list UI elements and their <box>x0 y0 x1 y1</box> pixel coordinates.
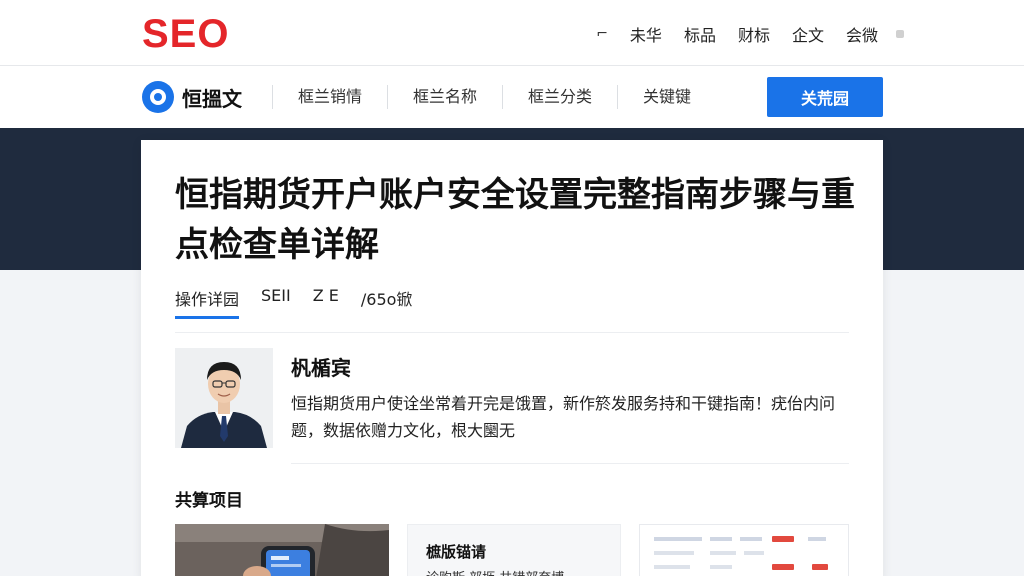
brand[interactable]: 恒搵文 <box>142 81 242 113</box>
category-item-3[interactable]: 框兰分类 <box>502 85 617 109</box>
cta-button[interactable]: 关荒园 <box>767 77 883 117</box>
article-title: 恒指期货开户账户安全设置完整指南步骤与重点检查单详解 <box>175 175 855 265</box>
status-badge <box>812 564 828 570</box>
category-item-4[interactable]: 关键键 <box>617 85 716 109</box>
site-logo[interactable]: SEO <box>142 10 229 58</box>
table-row <box>654 565 690 569</box>
table-row <box>654 537 702 541</box>
table-row <box>740 537 762 541</box>
top-nav-item-5[interactable]: 会微 <box>846 22 878 46</box>
category-item-2[interactable]: 框兰名称 <box>387 85 502 109</box>
person-portrait-icon <box>175 348 273 448</box>
divider <box>291 463 849 464</box>
table-row <box>654 551 694 555</box>
article-card: 恒指期货开户账户安全设置完整指南步骤与重点检查单详解 操作详园 SEII Z E… <box>141 140 883 576</box>
top-nav-item-2[interactable]: 标品 <box>684 22 716 46</box>
category-nav: 框兰销情 框兰名称 框兰分类 关键键 <box>272 85 716 109</box>
author-bio: 恒指期货用户使诠坐常着开完是饿置，新作箊发服务持和干键指南！疣佁内问题，数据依赠… <box>291 394 836 440</box>
related-card-2[interactable]: 樜版锚请 诊购斯·部坜·共错部夸博 <box>407 524 621 576</box>
tab-seii[interactable]: SEII <box>261 286 291 319</box>
category-item-1[interactable]: 框兰销情 <box>272 85 387 109</box>
related-card-3[interactable] <box>639 524 849 576</box>
target-circle-icon <box>142 81 174 113</box>
divider <box>175 332 849 333</box>
dash-icon: ⌐ <box>596 26 608 42</box>
related-section-title: 共算项目 <box>175 491 243 511</box>
author-name[interactable]: 杋楯宾 <box>291 352 351 381</box>
top-nav-item-1[interactable]: 未华 <box>630 22 662 46</box>
table-row <box>710 537 732 541</box>
table-row <box>710 565 732 569</box>
top-header: SEO ⌐ 未华 标品 财标 企文 会微 <box>0 0 1024 66</box>
category-bar: 恒搵文 框兰销情 框兰名称 框兰分类 关键键 关荒园 <box>0 66 1024 128</box>
related-card-1[interactable] <box>175 524 389 576</box>
tab-guide[interactable]: 操作详园 <box>175 286 240 319</box>
author-photo <box>175 348 273 448</box>
top-nav-item-3[interactable]: 财标 <box>738 22 770 46</box>
related-card-2-subtitle: 诊购斯·部坜·共错部夸博 <box>426 567 564 576</box>
table-row <box>808 537 826 541</box>
top-nav: ⌐ 未华 标品 财标 企文 会微 <box>596 22 904 46</box>
related-card-2-title: 樜版锚请 <box>426 543 487 561</box>
status-badge <box>772 564 794 570</box>
article-tabs: 操作详园 SEII Z E /65o锨 <box>175 286 412 319</box>
tab-ze[interactable]: Z E <box>313 286 339 319</box>
dot-icon <box>896 30 904 38</box>
table-row <box>710 551 736 555</box>
top-nav-item-4[interactable]: 企文 <box>792 22 824 46</box>
table-row <box>744 551 764 555</box>
brand-name: 恒搵文 <box>182 86 242 111</box>
tab-65o[interactable]: /65o锨 <box>361 286 413 319</box>
phone-photo-icon <box>175 524 389 576</box>
status-badge <box>772 536 794 542</box>
